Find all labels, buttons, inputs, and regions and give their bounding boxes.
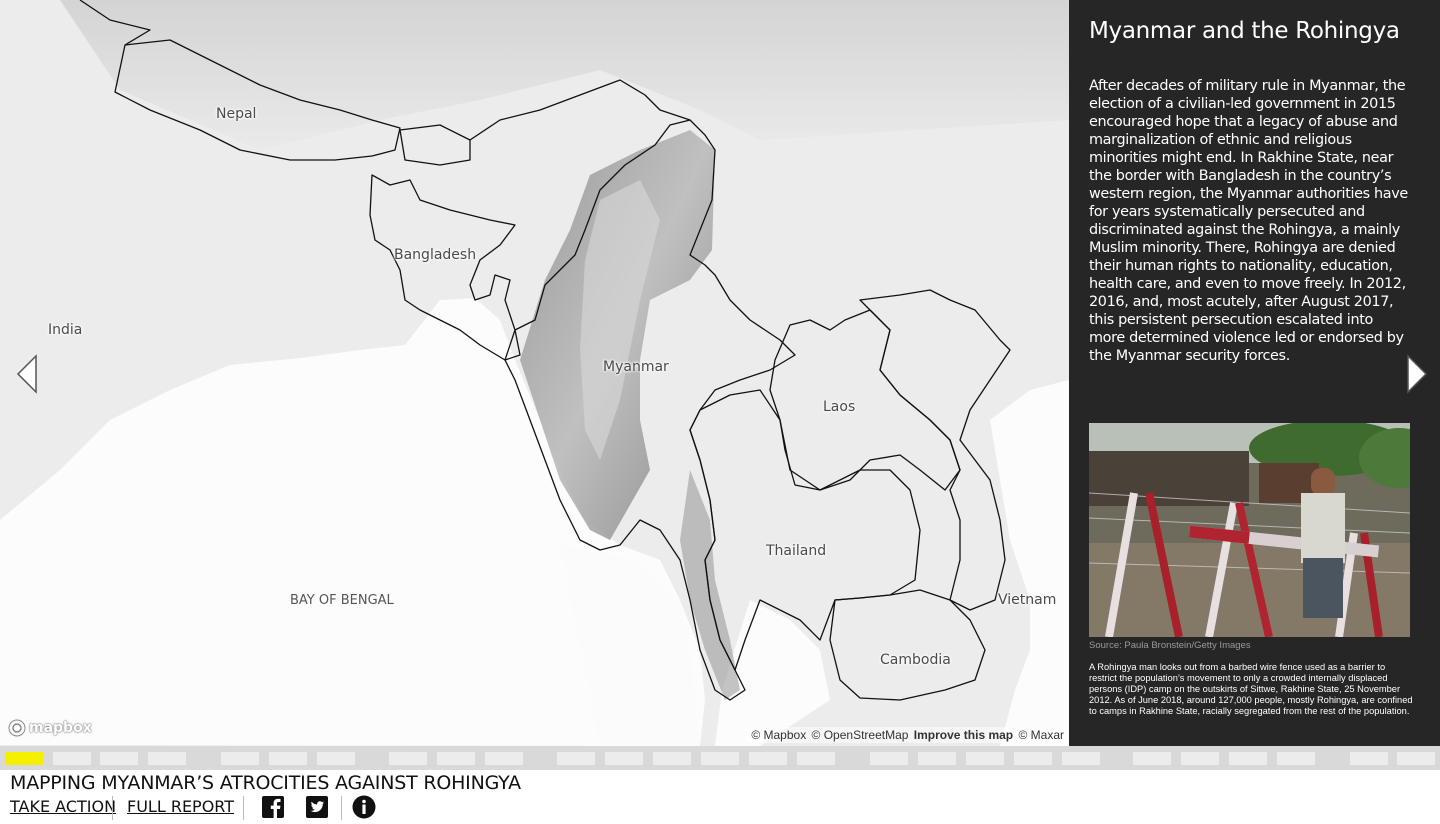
photo-caption: A Rohingya man looks out from a barbed w… — [1089, 662, 1413, 716]
label-india: India — [48, 322, 83, 338]
progress-segment-10[interactable] — [485, 752, 523, 765]
improve-map-link[interactable]: Improve this map — [914, 728, 1013, 742]
info-icon[interactable] — [352, 795, 376, 819]
label-bay-of-bengal: BAY OF BENGAL — [290, 593, 394, 608]
progress-segment-26[interactable] — [1350, 752, 1388, 765]
attribution-mapbox-link[interactable]: © Mapbox — [751, 728, 806, 742]
label-cambodia: Cambodia — [880, 652, 951, 668]
app-title: MAPPING MYANMAR’S ATROCITIES AGAINST ROH… — [10, 772, 521, 794]
progress-segment-9[interactable] — [437, 752, 475, 765]
take-action-link[interactable]: TAKE ACTION — [10, 797, 116, 816]
full-report-link[interactable]: FULL REPORT — [127, 797, 234, 816]
rohingya-camp-photo — [1089, 423, 1410, 637]
progress-segment-3[interactable] — [100, 752, 138, 765]
label-vietnam: Vietnam — [998, 592, 1057, 608]
chapter-progress-bar — [0, 746, 1440, 770]
progress-segment-4[interactable] — [148, 752, 186, 765]
progress-segment-6[interactable] — [269, 752, 307, 765]
progress-segment-21[interactable] — [1062, 752, 1100, 765]
progress-segment-16[interactable] — [797, 752, 835, 765]
panel-title: Myanmar and the Rohingya — [1089, 18, 1400, 44]
label-thailand: Thailand — [766, 543, 827, 559]
progress-segment-15[interactable] — [749, 752, 787, 765]
progress-segment-20[interactable] — [1014, 752, 1052, 765]
progress-segment-7[interactable] — [317, 752, 355, 765]
footer-divider — [243, 796, 244, 820]
progress-segment-1[interactable] — [5, 752, 43, 765]
progress-segment-24[interactable] — [1229, 752, 1267, 765]
progress-segment-2[interactable] — [53, 752, 91, 765]
progress-segment-23[interactable] — [1181, 752, 1219, 765]
attribution-osm-link[interactable]: © OpenStreetMap — [812, 728, 909, 742]
progress-segment-22[interactable] — [1133, 752, 1171, 765]
progress-segment-17[interactable] — [870, 752, 908, 765]
panel-body-text: After decades of military rule in Myanma… — [1089, 78, 1408, 364]
map[interactable]: Nepal Bangladesh India Myanmar Laos Thai… — [0, 0, 1069, 746]
label-myanmar: Myanmar — [603, 359, 669, 375]
story-panel: Myanmar and the Rohingya After decades o… — [1069, 0, 1440, 746]
footer-divider — [341, 796, 342, 820]
progress-segment-11[interactable] — [557, 752, 595, 765]
progress-segment-13[interactable] — [653, 752, 691, 765]
progress-segment-19[interactable] — [966, 752, 1004, 765]
progress-segment-27[interactable] — [1397, 752, 1435, 765]
mapbox-icon — [8, 719, 26, 737]
progress-segment-18[interactable] — [918, 752, 956, 765]
map-basemap — [0, 0, 1069, 746]
progress-segment-12[interactable] — [605, 752, 643, 765]
mapbox-logo: mapbox — [8, 718, 92, 738]
chevron-right-icon[interactable] — [1404, 354, 1430, 394]
twitter-icon[interactable] — [306, 796, 328, 818]
footer-divider — [112, 796, 113, 820]
facebook-icon[interactable] — [262, 796, 284, 818]
progress-segment-8[interactable] — [389, 752, 427, 765]
progress-segment-25[interactable] — [1277, 752, 1315, 765]
chevron-left-icon[interactable] — [14, 354, 40, 394]
label-laos: Laos — [823, 399, 856, 415]
map-attribution: © Mapbox © OpenStreetMap Improve this ma… — [745, 727, 1064, 743]
label-nepal: Nepal — [216, 106, 257, 122]
attribution-maxar-link[interactable]: © Maxar — [1018, 728, 1064, 742]
label-bangladesh: Bangladesh — [394, 247, 477, 263]
photo-source: Source: Paula Bronstein/Getty Images — [1089, 640, 1251, 651]
progress-segment-14[interactable] — [701, 752, 739, 765]
progress-segment-5[interactable] — [221, 752, 259, 765]
